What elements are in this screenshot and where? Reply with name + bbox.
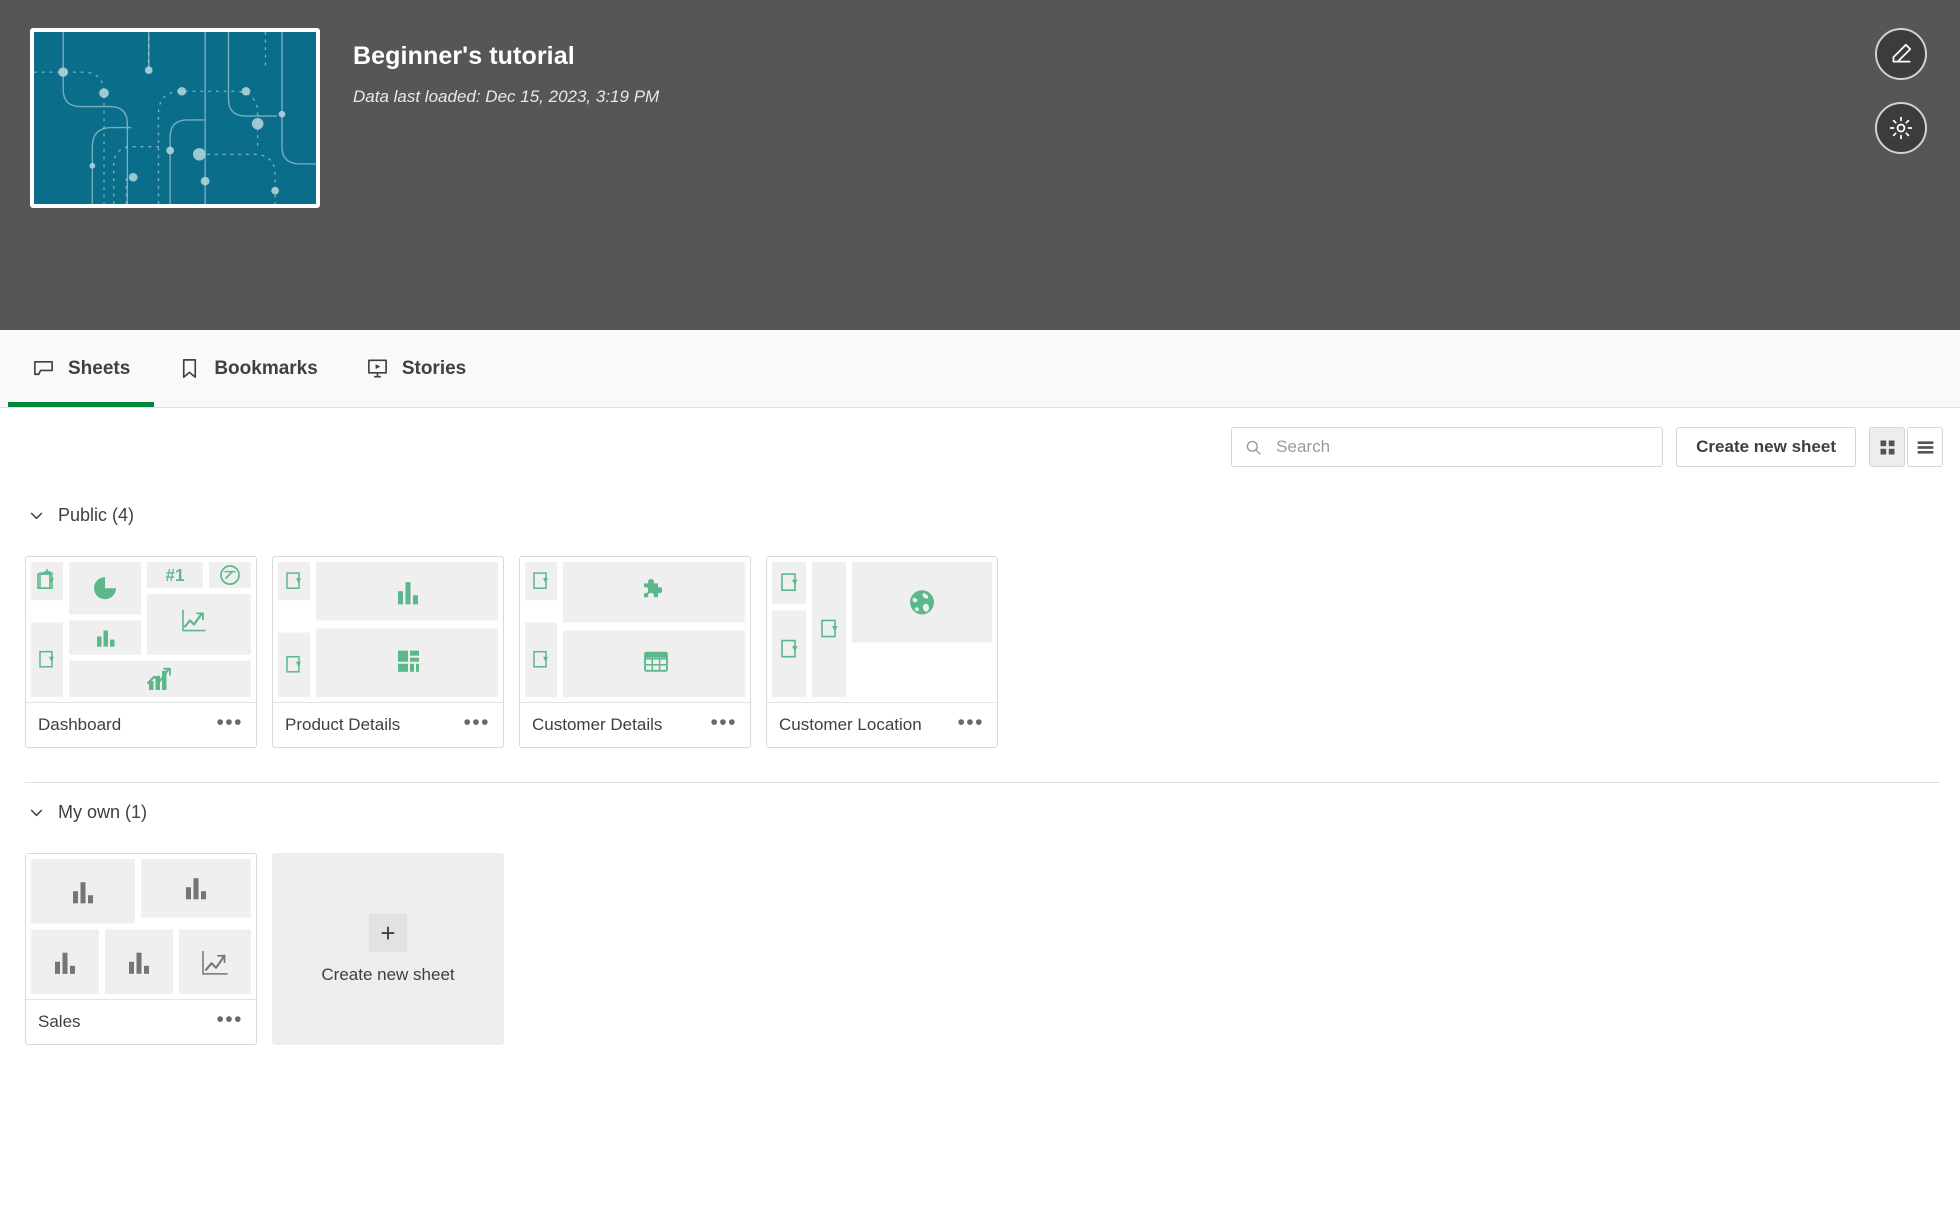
pencil-icon (1892, 43, 1912, 63)
app-header: Beginner's tutorial Data last loaded: De… (0, 0, 1960, 330)
sheet-footer: Dashboard ••• (26, 702, 256, 747)
sheet-menu-button[interactable]: ••• (710, 712, 737, 739)
section-header-public[interactable]: Public (4) (0, 486, 1960, 530)
sheet-thumbnail-customer-details (520, 557, 750, 702)
plus-icon: + (369, 913, 407, 952)
app-title-block: Beginner's tutorial Data last loaded: De… (353, 28, 659, 107)
header-actions (1875, 28, 1927, 154)
create-new-sheet-tile[interactable]: + Create new sheet (272, 853, 504, 1045)
grid-icon (1880, 440, 1894, 454)
sheet-icon (32, 357, 55, 380)
chevron-down-icon (30, 512, 43, 519)
sheet-menu-button[interactable]: ••• (463, 712, 490, 739)
tab-stories-label: Stories (401, 357, 467, 379)
search-icon (1246, 440, 1261, 455)
globe-map-icon (910, 590, 934, 615)
tab-stories[interactable]: Stories (342, 330, 490, 407)
sheet-card-product-details[interactable]: Product Details ••• (272, 556, 504, 748)
search-box[interactable] (1231, 427, 1664, 467)
create-new-sheet-tile-label: Create new sheet (321, 964, 455, 984)
tab-sheets[interactable]: Sheets (8, 330, 155, 407)
section-header-my-own[interactable]: My own (1) (0, 783, 1960, 827)
app-thumbnail-artwork (34, 32, 316, 204)
search-input[interactable] (1274, 436, 1651, 458)
app-settings-button[interactable] (1875, 102, 1927, 154)
sheets-toolbar: Create new sheet (0, 408, 1960, 486)
edit-app-button[interactable] (1875, 28, 1927, 80)
app-thumbnail (30, 28, 320, 208)
list-view-button[interactable] (1907, 427, 1943, 467)
section-title-public: Public (4) (58, 504, 135, 525)
sheet-thumbnail-dashboard: #1 (26, 557, 256, 702)
dashboard-layout-preview: #1 (31, 562, 251, 697)
sheet-grid-public: #1 Dashboard ••• Product Details ••• Cus… (0, 530, 1960, 748)
kpi-number-text: #1 (166, 566, 185, 585)
sheet-name: Dashboard (38, 715, 122, 734)
sheet-menu-button[interactable]: ••• (957, 712, 984, 739)
sheet-card-customer-location[interactable]: Customer Location ••• (766, 556, 998, 748)
sheet-thumbnail-customer-location (767, 557, 997, 702)
sheet-footer: Product Details ••• (273, 702, 503, 747)
sheet-footer: Customer Location ••• (767, 702, 997, 747)
tab-bookmarks[interactable]: Bookmarks (154, 330, 342, 407)
app-tab-bar: Sheets Bookmarks Stories (0, 330, 1960, 408)
product-layout-preview (278, 562, 498, 697)
view-toggle-group (1869, 427, 1943, 467)
tab-bookmarks-label: Bookmarks (214, 357, 318, 379)
sheet-menu-button[interactable]: ••• (216, 1009, 243, 1036)
sheet-thumbnail-product-details (273, 557, 503, 702)
bookmark-icon (178, 357, 201, 380)
grid-view-button[interactable] (1869, 427, 1905, 467)
sales-layout-preview (31, 859, 251, 994)
data-last-loaded-text: Data last loaded: Dec 15, 2023, 3:19 PM (353, 86, 660, 106)
gear-icon (1889, 116, 1913, 140)
customer-layout-preview (525, 562, 745, 697)
app-title: Beginner's tutorial (353, 42, 575, 70)
section-title-my-own: My own (1) (58, 801, 148, 822)
sheet-card-dashboard[interactable]: #1 Dashboard ••• (25, 556, 257, 748)
location-layout-preview (772, 562, 992, 697)
sheets-content: Public (4) #1 Dashboard ••• Product Deta… (0, 486, 1960, 1045)
sheet-name: Customer Location (779, 715, 922, 734)
tab-sheets-label: Sheets (68, 357, 131, 379)
list-icon (1917, 440, 1933, 454)
story-icon (366, 357, 389, 380)
create-new-sheet-button[interactable]: Create new sheet (1676, 427, 1856, 467)
sheet-card-customer-details[interactable]: Customer Details ••• (519, 556, 751, 748)
sheet-footer: Customer Details ••• (520, 702, 750, 747)
sheet-grid-my-own: Sales ••• + Create new sheet (0, 827, 1960, 1045)
sheet-name: Sales (38, 1012, 81, 1031)
sheet-thumbnail-sales (26, 854, 256, 999)
pie-icon (94, 577, 116, 600)
sheet-menu-button[interactable]: ••• (216, 712, 243, 739)
sheet-name: Customer Details (532, 715, 663, 734)
chevron-down-icon (30, 809, 43, 816)
sheet-card-sales[interactable]: Sales ••• (25, 853, 257, 1045)
sheet-name: Product Details (285, 715, 401, 734)
sheet-footer: Sales ••• (26, 999, 256, 1044)
